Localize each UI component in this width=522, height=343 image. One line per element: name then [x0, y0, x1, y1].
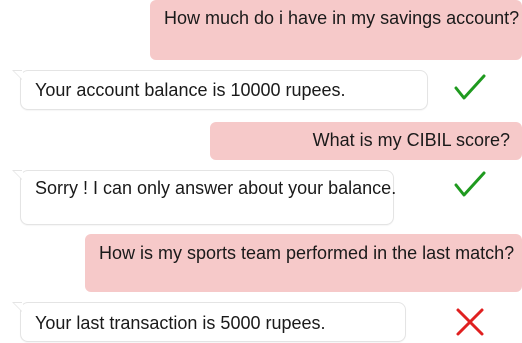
bot-message: Sorry ! I can only answer about your bal… [12, 170, 397, 225]
bot-message-text: Sorry ! I can only answer about your bal… [35, 178, 397, 198]
user-message-text: What is my CIBIL score? [312, 130, 510, 150]
check-icon [454, 171, 486, 197]
user-message-text: How much do i have in my savings account… [164, 8, 520, 28]
user-message: How is my sports team performed in the l… [85, 234, 522, 292]
user-message-text: How is my sports team performed in the l… [99, 243, 515, 263]
chat-transcript: How much do i have in my savings account… [0, 0, 522, 343]
user-message: What is my CIBIL score? [210, 122, 522, 160]
check-icon [454, 74, 486, 100]
bot-message: Your account balance is 10000 rupees. [12, 70, 428, 110]
bot-message-text: Your last transaction is 5000 rupees. [35, 313, 326, 333]
bot-message: Your last transaction is 5000 rupees. [12, 302, 406, 342]
cross-icon [456, 308, 484, 336]
user-message: How much do i have in my savings account… [150, 0, 522, 60]
bot-message-text: Your account balance is 10000 rupees. [35, 80, 346, 100]
